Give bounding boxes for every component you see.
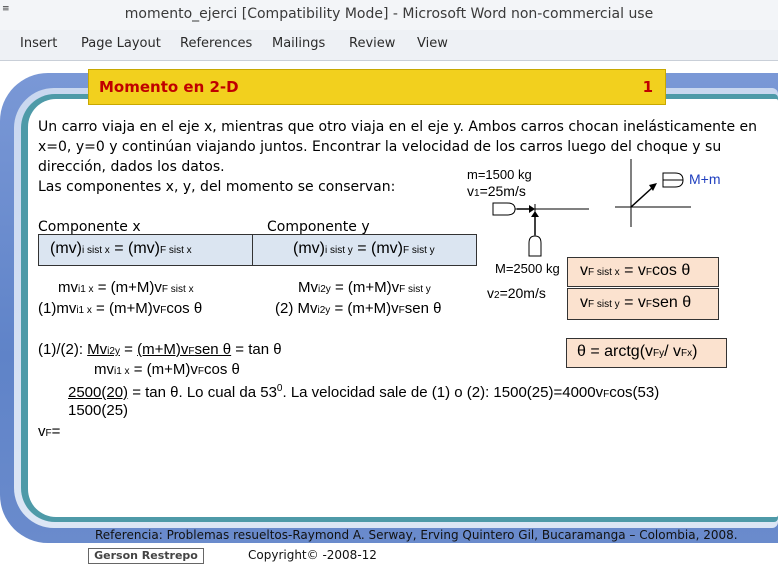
tab-insert[interactable]: Insert	[20, 36, 57, 51]
result-box-vfx: vF sist x = vFcos θ	[567, 257, 719, 287]
car-M-icon	[528, 235, 542, 257]
result-vfy-text: vF sist y = vFsen θ	[580, 294, 692, 311]
vf-result: vF=	[38, 423, 61, 440]
division-line-1: (1)/(2): Mvi2y = (m+M)vFsen θ = tan θ	[38, 341, 282, 358]
diagram-v2-label: v2=20m/s	[487, 285, 546, 301]
document-area[interactable]: Momento en 2-D 1 Un carro viaja en el ej…	[0, 61, 778, 565]
eq-y-1: Mvi2y = (m+M)vF sist y	[298, 279, 431, 296]
vf-arrow	[630, 186, 654, 208]
eq-x-2: (1)mvi1 x = (m+M)vFcos θ	[38, 300, 203, 317]
eq-y-2: (2) Mvi2y = (m+M)vFsen θ	[275, 300, 442, 317]
collision-diagram	[492, 159, 691, 257]
tab-review[interactable]: Review	[349, 36, 395, 51]
component-y-label: Componente y	[267, 219, 370, 235]
problem-line-3: dirección, dados los datos.	[38, 159, 225, 175]
footer-reference: Referencia: Problemas resueltos-Raymond …	[95, 528, 738, 542]
tab-mailings[interactable]: Mailings	[272, 36, 325, 51]
car-m-icon	[492, 202, 516, 216]
ribbon: Insert Page Layout References Mailings R…	[0, 30, 778, 61]
result-box-vfy: vF sist y = vFsen θ	[567, 288, 719, 320]
title-bar: ≡ momento_ejerci [Compatibility Mode] - …	[0, 0, 778, 30]
v2-arrowhead	[531, 211, 539, 217]
theta-box: θ = arctg(vFy/ vFx)	[566, 338, 727, 368]
problem-line-2: x=0, y=0 y continúan viajando juntos. En…	[38, 139, 722, 155]
tab-view[interactable]: View	[417, 36, 448, 51]
slide-number: 1	[642, 78, 653, 96]
tab-references[interactable]: References	[180, 36, 252, 51]
problem-line-1: Un carro viaja en el eje x, mientras que…	[38, 119, 758, 135]
theta-box-text: θ = arctg(vFy/ vFx)	[577, 343, 698, 360]
tab-page-layout[interactable]: Page Layout	[81, 36, 161, 51]
footer-copyright: Copyright© -2008-12	[248, 548, 377, 562]
v1-arrowhead	[529, 205, 535, 213]
window-title: momento_ejerci [Compatibility Mode] - Mi…	[124, 6, 654, 22]
footer-author: Gerson Restrepo	[88, 548, 204, 564]
eq-box-x-text: (mv)i sist x = (mv)F sist x	[50, 240, 192, 257]
division-line-2: mvi1 x = (m+M)vFcos θ	[94, 361, 240, 378]
calc-line: 2500(20) = tan θ. Lo cual da 530. La vel…	[68, 383, 660, 401]
component-x-label: Componente x	[38, 219, 141, 235]
calc-denominator: 1500(25)	[68, 402, 129, 419]
eq-box-y-text: (mv)i sist y = (mv)F sist y	[293, 240, 435, 257]
eq-x-1: mvi1 x = (m+M)vF sist x	[58, 279, 194, 296]
slide-title: Momento en 2-D	[99, 78, 239, 96]
eq-box-y: (mv)i sist y = (mv)F sist y	[252, 234, 477, 266]
result-vfx-text: vF sist x = vFcos θ	[580, 262, 691, 279]
eq-box-x: (mv)i sist x = (mv)F sist x	[38, 234, 253, 266]
problem-line-4: Las componentes x, y, del momento se con…	[38, 179, 396, 195]
slide-header: Momento en 2-D 1	[88, 69, 666, 105]
